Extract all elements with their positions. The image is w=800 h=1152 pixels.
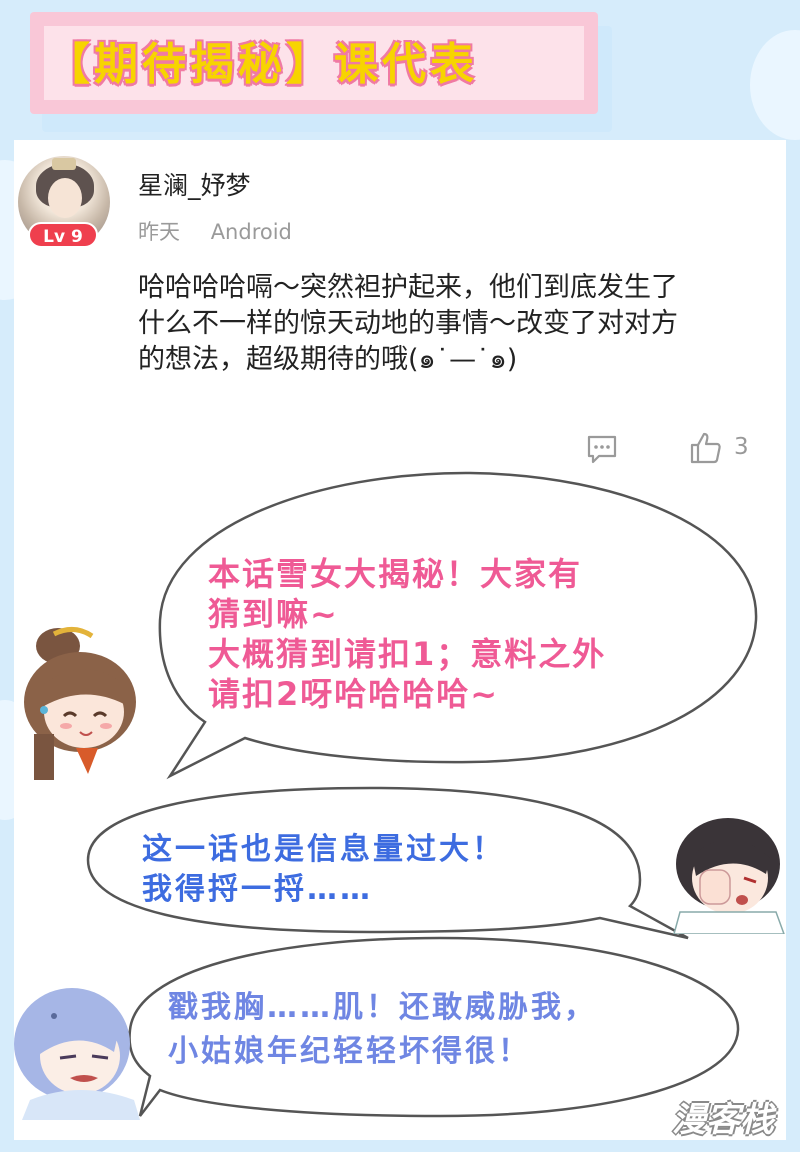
chibi-boy-dark-hair: [673, 818, 785, 934]
purple-bubble-text: 戳我胸……肌！还敢威胁我， 小姑娘年纪轻轻坏得很！: [168, 986, 597, 1074]
comment-line: 哈哈哈哈嗝～突然袒护起来，他们到底发生了: [138, 272, 678, 303]
bubble-line: 本话雪女大揭秘！大家有: [208, 555, 583, 593]
bubble-line: 小姑娘年纪轻轻坏得很！: [168, 1034, 531, 1069]
bubble-line: 大概猜到请扣1；意料之外: [208, 635, 607, 673]
bubble-line: 戳我胸……肌！还敢威胁我，: [168, 990, 597, 1025]
username[interactable]: 星澜_妤梦: [138, 166, 251, 202]
comment-text: 哈哈哈哈嗝～突然袒护起来，他们到底发生了 什么不一样的惊天动地的事情～改变了对对…: [138, 270, 786, 378]
cloud-decoration: [750, 30, 800, 140]
bubble-line: 我得捋一捋……: [142, 872, 373, 907]
banner-title: 【期待揭秘】课代表: [46, 39, 478, 90]
comment-device: Android: [210, 220, 292, 244]
blue-bubble-text: 这一话也是信息量过大！ 我得捋一捋……: [142, 830, 505, 910]
like-count: 3: [734, 434, 749, 460]
bubble-line: 猜到嘛~: [208, 595, 339, 633]
chibi-girl-brown-hair: [24, 627, 136, 780]
pink-bubble-text: 本话雪女大揭秘！大家有 猜到嘛~ 大概猜到请扣1；意料之外 请扣2呀哈哈哈哈~: [208, 554, 606, 714]
level-badge: Lv 9: [28, 222, 98, 248]
comment-line: 的想法，超级期待的哦(๑˙—˙๑): [138, 344, 518, 375]
comment-line: 什么不一样的惊天动地的事情～改变了对对方: [138, 308, 678, 339]
comment-time: 昨天: [138, 220, 180, 244]
watermark-logo: 漫客栈: [672, 1100, 774, 1140]
bubble-line: 请扣2呀哈哈哈哈~: [208, 675, 500, 713]
bubble-line: 这一话也是信息量过大！: [142, 832, 505, 867]
comment-bubble-icon[interactable]: [585, 432, 619, 466]
thumbs-up-icon[interactable]: [688, 430, 724, 466]
comment-meta: 昨天 Android: [138, 216, 316, 246]
chibi-girl-silver-hair: [14, 988, 140, 1120]
